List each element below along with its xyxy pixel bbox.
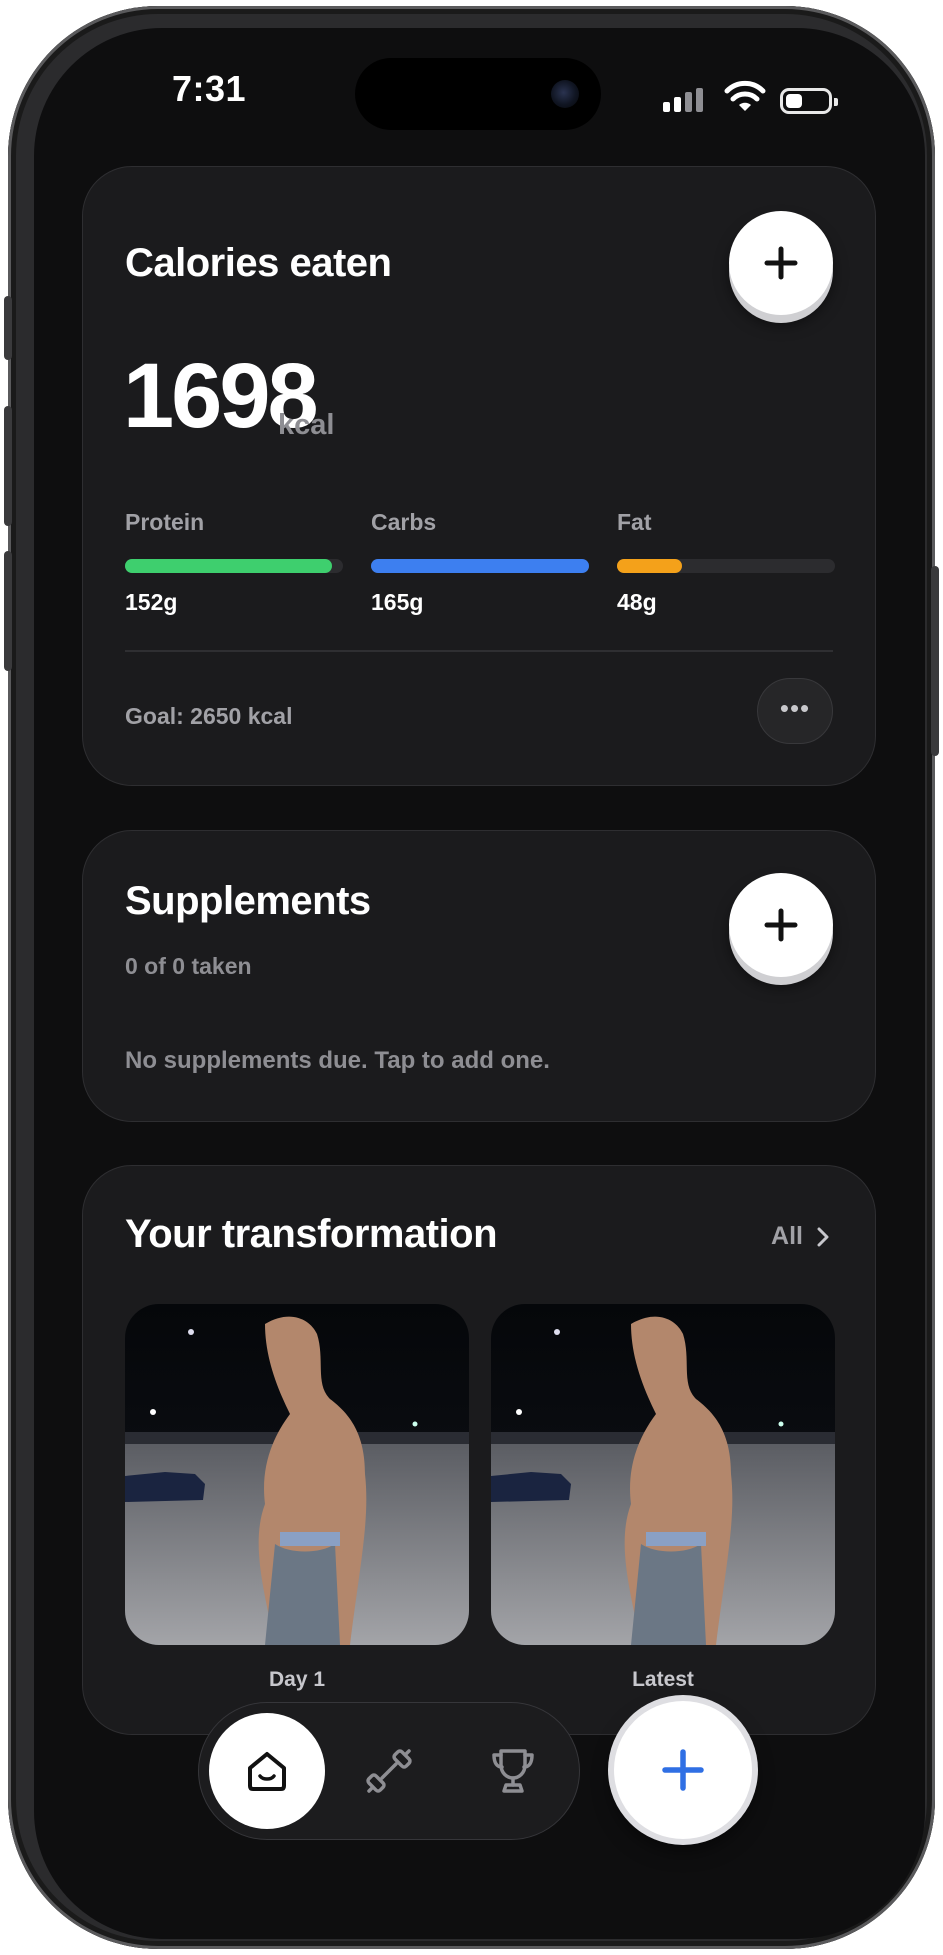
calorie-goal: Goal: 2650 kcal (125, 703, 293, 729)
status-time: 7:31 (172, 68, 247, 109)
screen: 7:31 Calories eaten 1698 kcal Protein 15… (34, 28, 925, 1939)
add-supplement-button[interactable] (729, 873, 833, 977)
camera-icon (551, 80, 579, 108)
macro-carbs: Carbs 165g (371, 509, 589, 615)
plus-icon (662, 1749, 704, 1791)
quick-add-button[interactable] (614, 1701, 752, 1839)
progress-photo-latest[interactable] (491, 1304, 835, 1645)
dynamic-island (355, 58, 601, 130)
macro-progress-track (125, 559, 343, 573)
status-bar: 7:31 (34, 28, 925, 138)
macro-value: 165g (371, 589, 424, 615)
supplements-empty-text: No supplements due. Tap to add one. (125, 1047, 550, 1074)
macro-progress-track (617, 559, 835, 573)
supplements-title: Supplements (125, 879, 371, 923)
macro-label: Protein (125, 509, 205, 535)
macro-fat: Fat 48g (617, 509, 835, 615)
calories-unit: kcal (278, 409, 335, 441)
bottom-nav (198, 1702, 580, 1840)
macro-progress-track (371, 559, 589, 573)
phone-frame: 7:31 Calories eaten 1698 kcal Protein 15… (4, 6, 939, 1949)
divider (125, 650, 833, 652)
more-options-button[interactable]: ••• (757, 678, 833, 744)
macro-progress-fill (125, 559, 333, 573)
wifi-icon (724, 80, 766, 111)
add-calories-button[interactable] (729, 211, 833, 315)
home-icon (248, 1752, 286, 1791)
view-all-link[interactable]: All (771, 1222, 829, 1251)
macro-value: 152g (125, 589, 178, 615)
cellular-signal-icon (663, 88, 705, 112)
photo-caption: Day 1 (268, 1668, 326, 1691)
plus-icon (764, 246, 798, 280)
macro-label: Fat (617, 509, 652, 535)
transformation-card: Your transformation All Day 1 Latest (82, 1165, 876, 1735)
calories-card: Calories eaten 1698 kcal Protein 152g Ca… (82, 166, 876, 786)
chevron-right-icon (817, 1227, 829, 1246)
progress-photo-day1[interactable] (125, 1304, 469, 1645)
calories-title: Calories eaten (125, 241, 392, 285)
nav-achievements-button[interactable] (483, 1741, 543, 1801)
view-all-label: All (771, 1222, 803, 1250)
progress-photo-image (125, 1304, 469, 1645)
nav-home-button[interactable] (209, 1713, 325, 1829)
volume-up-button (4, 406, 12, 526)
macro-progress-fill (617, 559, 683, 573)
macro-value: 48g (617, 589, 657, 615)
nav-workouts-button[interactable] (359, 1741, 419, 1801)
macro-protein: Protein 152g (125, 509, 343, 615)
trophy-icon (492, 1749, 534, 1793)
battery-icon (780, 88, 838, 114)
plus-icon (764, 908, 798, 942)
volume-down-button (4, 551, 12, 671)
progress-photo-image (491, 1304, 835, 1645)
power-button (931, 566, 939, 756)
transformation-title: Your transformation (125, 1212, 498, 1256)
dumbbell-icon (366, 1749, 412, 1793)
supplements-card[interactable]: Supplements 0 of 0 taken No supplements … (82, 830, 876, 1122)
photo-caption: Latest (632, 1668, 694, 1691)
macro-label: Carbs (371, 509, 437, 535)
action-button (4, 296, 12, 360)
macro-progress-fill (371, 559, 589, 573)
supplements-count: 0 of 0 taken (125, 953, 252, 979)
